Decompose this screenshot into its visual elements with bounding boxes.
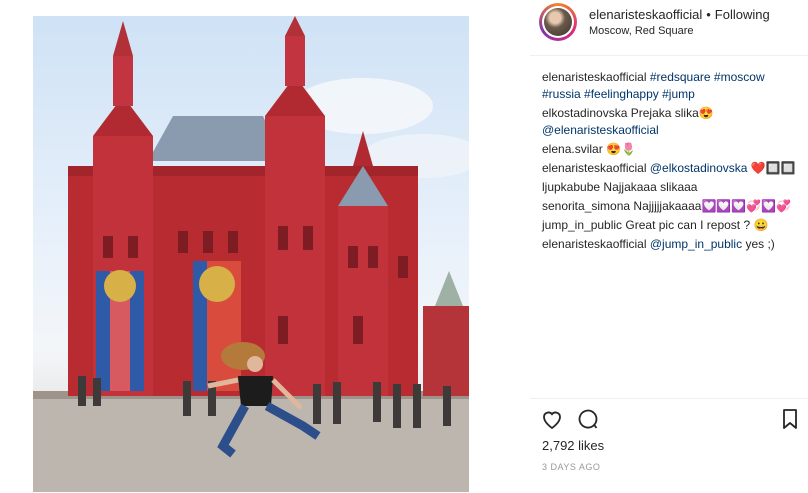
post-photo[interactable] [33,16,469,492]
hashtag-link[interactable]: #feelinghappy [584,87,659,101]
post-actions [540,405,804,433]
comment-username[interactable]: elenaristeskaofficial [542,161,647,175]
comment-username[interactable]: ljupkabube [542,180,600,194]
separator-dot: • [706,7,711,22]
comment-username[interactable]: elena.svilar [542,142,603,156]
post-header: elenaristeskaofficial • Following Moscow, … [530,0,808,44]
comment-text: Najjakaaa slikaaa [603,180,698,194]
comment-username[interactable]: elenaristeskaofficial [542,237,647,251]
comment-item: ljupkabube Najjakaaa slikaaa [542,179,804,196]
mention-link[interactable]: @elenaristeskaofficial [542,123,659,137]
heart-icon[interactable] [540,407,564,431]
header-title-line: elenaristeskaofficial • Following [589,7,770,22]
red-square-photo [33,16,469,492]
header-divider [530,55,808,56]
hashtag-link[interactable]: #jump [662,87,695,101]
mention-link[interactable]: @elkostadinovska [650,161,748,175]
comment-item: elenaristeskaofficial @jump_in_public ye… [542,236,804,253]
comment-text: 😍🌷 [606,142,636,156]
post-sidebar: elenaristeskaofficial • Following Moscow, … [530,0,808,493]
comment-icon[interactable] [576,407,600,431]
comment-username[interactable]: jump_in_public [542,218,622,232]
mention-link[interactable]: @jump_in_public [650,237,742,251]
comment-text: Najjjjjakaaaa💟💟💟💞💟💞 [633,199,792,213]
post-location[interactable]: Moscow, Red Square [589,25,694,37]
comment-text: Great pic can I repost ? 😀 [625,218,769,232]
post-timestamp[interactable]: 3 DAYS AGO [542,462,600,472]
comment-text: Prejaka slika😍 [630,106,714,120]
comment-item: jump_in_public Great pic can I repost ? … [542,217,804,234]
comment-list: elenaristeskaofficial #redsquare #moscow… [542,69,804,255]
comment-text: ❤️🔲🔲 [750,161,796,175]
hashtag-link[interactable]: #russia [542,87,581,101]
comment-item: elena.svilar 😍🌷 [542,141,804,158]
bookmark-icon[interactable] [778,407,802,431]
avatar[interactable] [539,3,577,41]
comment-username[interactable]: elenaristeskaofficial [542,70,647,84]
hashtag-link[interactable]: #redsquare [650,70,711,84]
caption: elenaristeskaofficial #redsquare #moscow… [542,69,804,103]
likes-count[interactable]: 2,792 likes [542,438,604,453]
following-button[interactable]: Following [715,7,770,22]
comment-username[interactable]: senorita_simona [542,199,630,213]
comment-item: elenaristeskaofficial @elkostadinovska ❤… [542,160,804,177]
comment-item: elkostadinovska Prejaka slika😍 @elenaris… [542,105,804,139]
hashtag-link[interactable]: #moscow [714,70,765,84]
comment-username[interactable]: elkostadinovska [542,106,627,120]
comment-text: yes ;) [745,237,775,251]
comment-item: senorita_simona Najjjjjakaaaa💟💟💟💞💟💞 [542,198,804,215]
actions-divider [530,398,808,399]
post-author-username[interactable]: elenaristeskaofficial [589,7,702,22]
